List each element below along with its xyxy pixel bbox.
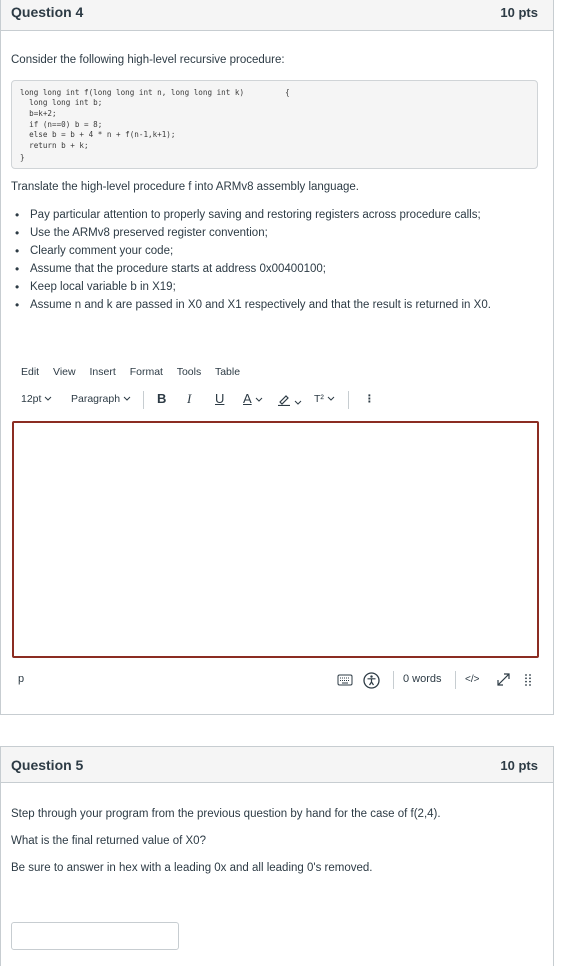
question-4: Question 4 10 pts Consider the following… bbox=[0, 0, 554, 715]
list-item: • Assume that the procedure starts at add… bbox=[15, 261, 545, 279]
underline-button[interactable]: U bbox=[215, 391, 224, 406]
answer-editor[interactable] bbox=[12, 421, 539, 658]
chevron-down-icon bbox=[294, 400, 302, 405]
chevron-down-icon bbox=[123, 396, 131, 401]
bullet-icon: • bbox=[15, 280, 20, 294]
block-format-select[interactable]: Paragraph bbox=[71, 393, 131, 405]
fullscreen-icon[interactable] bbox=[496, 672, 511, 687]
superscript-icon: T² bbox=[314, 393, 324, 405]
bullet-icon: • bbox=[15, 262, 20, 276]
question-4-instruction: Translate the high-level procedure f int… bbox=[11, 181, 359, 193]
list-item-text: Assume that the procedure starts at addr… bbox=[30, 263, 326, 275]
editor-menubar: Edit View Insert Format Tools Table bbox=[21, 366, 251, 378]
code-line: if (n==0) b = 8; bbox=[20, 120, 103, 129]
chevron-down-icon bbox=[255, 397, 262, 402]
question-5-points: 10 pts bbox=[500, 758, 538, 773]
editor-statusbar: p 0 words </> bbox=[12, 671, 539, 691]
highlighter-icon bbox=[278, 395, 290, 406]
list-item-text: Use the ARMv8 preserved register convent… bbox=[30, 227, 268, 239]
list-item: • Use the ARMv8 preserved register conven… bbox=[15, 225, 545, 243]
html-editor-toggle[interactable]: </> bbox=[465, 674, 479, 685]
code-line: } bbox=[20, 153, 25, 162]
question-5-text: Be sure to answer in hex with a leading … bbox=[11, 862, 373, 874]
question-5-title: Question 5 bbox=[11, 757, 84, 773]
menu-view[interactable]: View bbox=[53, 366, 76, 378]
resize-handle-icon[interactable] bbox=[524, 673, 532, 687]
element-path[interactable]: p bbox=[18, 673, 24, 685]
statusbar-divider bbox=[393, 671, 394, 689]
word-count[interactable]: 0 words bbox=[403, 673, 442, 685]
question-4-header: Question 4 10 pts bbox=[1, 0, 553, 31]
text-color-button[interactable]: A bbox=[243, 391, 263, 406]
menu-edit[interactable]: Edit bbox=[21, 366, 39, 378]
chevron-down-icon bbox=[45, 396, 52, 401]
accessibility-icon[interactable] bbox=[363, 672, 380, 689]
code-line: b=k+2; bbox=[20, 109, 57, 118]
list-item: • Keep local variable b in X19; bbox=[15, 279, 545, 297]
more-options-button[interactable]: ⋮ bbox=[364, 393, 375, 405]
code-line: return b + k; bbox=[20, 141, 89, 150]
code-block: long long int f(long long int n, long lo… bbox=[11, 80, 538, 169]
code-line: long long int f(long long int n, long lo… bbox=[20, 88, 290, 97]
code-line: else b = b + 4 * n + f(n-1,k+1); bbox=[20, 130, 176, 139]
question-5-header: Question 5 10 pts bbox=[1, 747, 553, 783]
bullet-icon: • bbox=[15, 208, 20, 222]
question-4-points: 10 pts bbox=[500, 5, 538, 20]
highlight-color-button[interactable] bbox=[277, 393, 302, 409]
keyboard-icon[interactable] bbox=[337, 673, 353, 687]
menu-insert[interactable]: Insert bbox=[90, 366, 116, 378]
question-5-text: Step through your program from the previ… bbox=[11, 808, 441, 820]
menu-format[interactable]: Format bbox=[130, 366, 163, 378]
bullet-icon: • bbox=[15, 298, 20, 312]
list-item-text: Clearly comment your code; bbox=[30, 245, 174, 257]
bullet-icon: • bbox=[15, 244, 20, 258]
menu-table[interactable]: Table bbox=[215, 366, 240, 378]
requirements-list: • Pay particular attention to properly sa… bbox=[15, 207, 545, 315]
answer-input[interactable] bbox=[11, 922, 179, 950]
statusbar-divider bbox=[455, 671, 456, 689]
text-color-icon: A bbox=[243, 391, 252, 406]
font-size-select[interactable]: 12pt bbox=[21, 393, 52, 405]
editor-toolbar: 12pt Paragraph B I U A T² ⋮ bbox=[21, 391, 381, 409]
superscript-button[interactable]: T² bbox=[314, 393, 335, 405]
list-item-text: Assume n and k are passed in X0 and X1 r… bbox=[30, 299, 491, 311]
list-item: • Pay particular attention to properly sa… bbox=[15, 207, 545, 225]
list-item: • Clearly comment your code; bbox=[15, 243, 545, 261]
list-item: • Assume n and k are passed in X0 and X1 … bbox=[15, 297, 545, 315]
font-size-value: 12pt bbox=[21, 393, 42, 405]
question-4-title: Question 4 bbox=[11, 4, 84, 20]
list-item-text: Pay particular attention to properly sav… bbox=[30, 209, 481, 221]
bold-button[interactable]: B bbox=[157, 391, 166, 406]
list-item-text: Keep local variable b in X19; bbox=[30, 281, 176, 293]
toolbar-divider bbox=[348, 391, 349, 409]
bullet-icon: • bbox=[15, 226, 20, 240]
chevron-down-icon bbox=[327, 396, 335, 401]
toolbar-divider bbox=[143, 391, 144, 409]
menu-tools[interactable]: Tools bbox=[177, 366, 202, 378]
question-5-text: What is the final returned value of X0? bbox=[11, 835, 206, 847]
question-4-intro: Consider the following high-level recurs… bbox=[11, 54, 285, 66]
code-line: long long int b; bbox=[20, 98, 103, 107]
block-format-value: Paragraph bbox=[71, 393, 121, 405]
italic-button[interactable]: I bbox=[187, 391, 191, 407]
